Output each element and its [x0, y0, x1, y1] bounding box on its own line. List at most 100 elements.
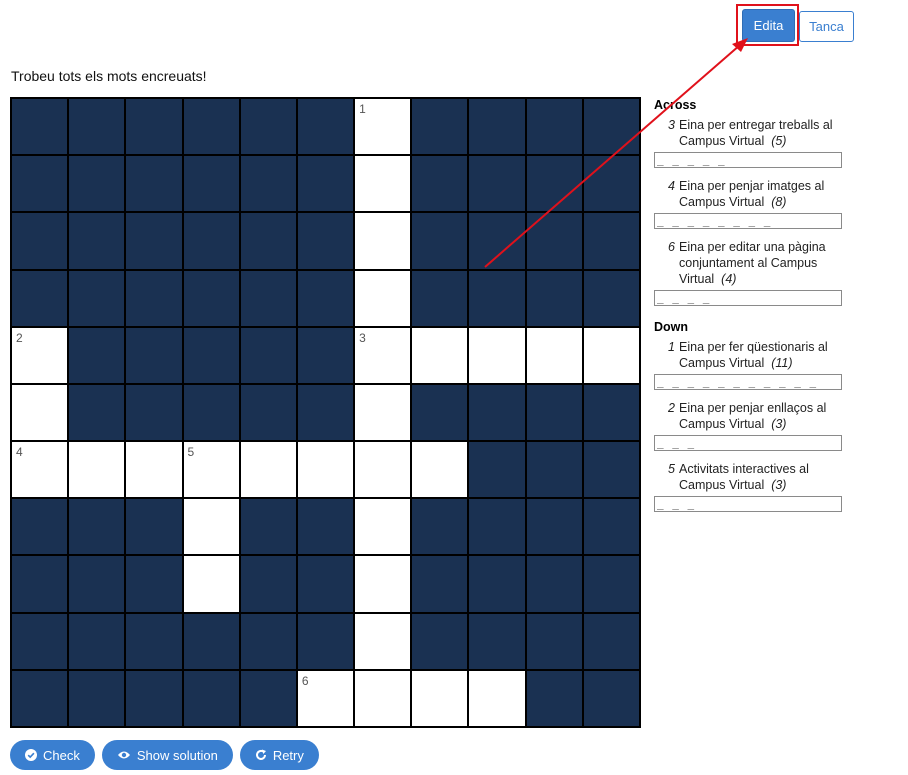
crossword-block	[126, 499, 182, 555]
crossword-cell[interactable]	[526, 327, 582, 383]
clue-answer-input[interactable]: _ _ _ _ _	[654, 152, 842, 168]
down-clue: 1 Eina per fer qüestionaris al Campus Vir…	[654, 339, 844, 390]
crossword-cell[interactable]	[355, 499, 411, 555]
crossword-block	[297, 99, 354, 155]
crossword-block	[469, 99, 525, 155]
clue-text-row: 3 Eina per entregar treballs al Campus Vi…	[654, 117, 844, 149]
crossword-block	[240, 670, 296, 726]
check-button[interactable]: Check	[10, 740, 95, 770]
retry-icon	[255, 749, 266, 760]
crossword-block	[526, 270, 582, 326]
clue-body: Activitats interactives al Campus Virtua…	[679, 461, 844, 493]
edit-button[interactable]: Edita	[742, 9, 795, 42]
clue-length: (3)	[771, 478, 787, 492]
crossword-block	[297, 156, 354, 212]
crossword-cell[interactable]: 5	[183, 442, 239, 498]
crossword-block	[12, 670, 68, 726]
clue-answer-input[interactable]: _ _ _ _	[654, 290, 842, 306]
crossword-cell[interactable]: 3	[355, 327, 411, 383]
close-button[interactable]: Tanca	[799, 11, 854, 42]
crossword-cell[interactable]	[412, 442, 468, 498]
clue-answer-input[interactable]: _ _ _	[654, 435, 842, 451]
crossword-cell[interactable]	[412, 670, 468, 726]
crossword-block	[69, 270, 125, 326]
crossword-block	[69, 213, 125, 269]
crossword-cell[interactable]	[355, 156, 411, 212]
crossword-cell[interactable]	[469, 670, 525, 726]
across-clue: 6 Eina per editar una pàgina conjuntament…	[654, 239, 844, 306]
cell-number: 2	[16, 330, 23, 345]
clue-number: 2	[668, 401, 675, 415]
crossword-cell[interactable]: 6	[297, 670, 354, 726]
down-heading: Down	[654, 320, 689, 334]
cell-number: 1	[359, 102, 366, 116]
crossword-block	[583, 99, 639, 155]
crossword-block	[183, 156, 239, 212]
crossword-block	[183, 384, 239, 441]
crossword-block	[412, 213, 468, 269]
crossword-block	[583, 156, 639, 212]
crossword-block	[69, 613, 125, 669]
crossword-cell[interactable]: 1	[355, 99, 411, 155]
crossword-cell[interactable]	[240, 442, 296, 498]
crossword-block	[583, 613, 639, 669]
crossword-block	[412, 384, 468, 441]
crossword-cell[interactable]	[583, 327, 639, 383]
crossword-block	[583, 670, 639, 726]
crossword-block	[469, 613, 525, 669]
crossword-block	[126, 156, 182, 212]
crossword-cell[interactable]: 4	[12, 442, 68, 498]
clue-length: (8)	[771, 195, 787, 209]
clue-answer-input[interactable]: _ _ _ _ _ _ _ _	[654, 213, 842, 229]
crossword-block	[583, 499, 639, 555]
crossword-cell[interactable]	[355, 270, 411, 326]
clue-text: Eina per fer qüestionaris al Campus Virt…	[679, 340, 828, 370]
crossword-cell[interactable]: 2	[12, 327, 68, 383]
crossword-block	[126, 213, 182, 269]
crossword-cell[interactable]	[355, 213, 411, 269]
crossword-cell[interactable]	[297, 442, 354, 498]
crossword-cell[interactable]	[355, 556, 411, 612]
clue-text: Eina per entregar treballs al Campus Vir…	[679, 118, 833, 148]
clue-answer-input[interactable]: _ _ _	[654, 496, 842, 512]
clue-body: Eina per entregar treballs al Campus Vir…	[679, 117, 844, 149]
crossword-block	[12, 613, 68, 669]
retry-button-label: Retry	[272, 747, 304, 763]
crossword-block	[126, 327, 182, 383]
across-clue: 3 Eina per entregar treballs al Campus Vi…	[654, 117, 844, 168]
show-solution-button[interactable]: Show solution	[101, 740, 233, 770]
crossword-block	[12, 213, 68, 269]
crossword-block	[126, 613, 182, 669]
clue-answer-input[interactable]: _ _ _ _ _ _ _ _ _ _ _	[654, 374, 842, 390]
clue-number: 6	[668, 240, 675, 254]
clue-text-row: 6 Eina per editar una pàgina conjuntament…	[654, 239, 844, 287]
crossword-cell[interactable]	[355, 613, 411, 669]
crossword-block	[469, 499, 525, 555]
crossword-grid: 1 2 3 4 5 6	[10, 97, 641, 728]
crossword-cell[interactable]	[412, 327, 468, 383]
crossword-block	[583, 384, 639, 441]
crossword-cell[interactable]	[69, 442, 125, 498]
clue-body: Eina per penjar imatges al Campus Virtua…	[679, 178, 844, 210]
crossword-cell[interactable]	[355, 442, 411, 498]
crossword-block	[240, 384, 296, 441]
crossword-cell[interactable]	[183, 556, 239, 612]
crossword-block	[12, 556, 68, 612]
crossword-block	[526, 499, 582, 555]
crossword-block	[69, 499, 125, 555]
crossword-cell[interactable]	[12, 384, 68, 441]
crossword-cell[interactable]	[469, 327, 525, 383]
crossword-cell[interactable]	[183, 499, 239, 555]
clue-number: 5	[668, 462, 675, 476]
crossword-cell[interactable]	[355, 670, 411, 726]
crossword-block	[297, 613, 354, 669]
crossword-cell[interactable]	[355, 384, 411, 441]
across-clue-list: 3 Eina per entregar treballs al Campus Vi…	[654, 117, 844, 306]
clue-text-row: 5 Activitats interactives al Campus Virtu…	[654, 461, 844, 493]
retry-button[interactable]: Retry	[239, 740, 319, 770]
crossword-block	[583, 213, 639, 269]
clue-text: Eina per editar una pàgina conjuntament …	[679, 240, 826, 286]
crossword-block	[240, 213, 296, 269]
crossword-cell[interactable]	[126, 442, 182, 498]
clue-text: Eina per penjar enllaços al Campus Virtu…	[679, 401, 827, 431]
